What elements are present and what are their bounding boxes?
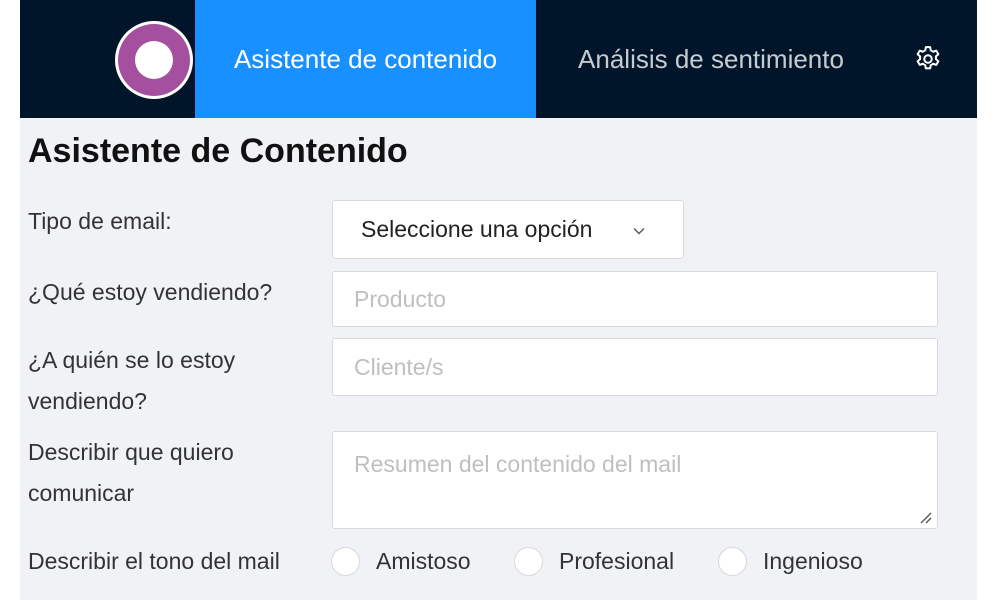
tab-asistente-de-contenido[interactable]: Asistente de contenido: [195, 0, 536, 118]
product-input[interactable]: [332, 271, 938, 327]
app-frame: Asistente de contenido Análisis de senti…: [20, 0, 977, 600]
radio-ingenioso[interactable]: [718, 547, 747, 576]
radio-label-profesional[interactable]: Profesional: [559, 541, 674, 582]
tab-label: Análisis de sentimiento: [578, 43, 844, 74]
email-type-label: Tipo de email:: [28, 208, 172, 234]
customer-label-line2: vendiendo?: [28, 388, 147, 414]
email-type-select[interactable]: Seleccione una opción: [332, 200, 684, 259]
summary-label-line2: comunicar: [28, 480, 135, 506]
summary-label-line1: Describir que quiero: [28, 439, 234, 465]
customer-label-line1: ¿A quién se lo estoy: [28, 347, 236, 373]
tab-analisis-de-sentimiento[interactable]: Análisis de sentimiento: [536, 0, 886, 118]
top-navbar: Asistente de contenido Análisis de senti…: [20, 0, 977, 118]
chevron-down-icon: [633, 228, 645, 235]
customer-input[interactable]: [332, 338, 938, 396]
product-label: ¿Qué estoy vendiendo?: [28, 279, 273, 305]
radio-amistoso[interactable]: [331, 547, 360, 576]
tab-label: Asistente de contenido: [233, 43, 498, 74]
radio-label-ingenioso[interactable]: Ingenioso: [763, 541, 863, 582]
resize-grip-icon[interactable]: [918, 510, 932, 524]
gear-icon[interactable]: [913, 44, 943, 74]
radio-profesional[interactable]: [514, 547, 543, 576]
email-type-selected-value: Seleccione una opción: [361, 216, 593, 242]
summary-textarea[interactable]: [332, 431, 938, 529]
logo-center: [135, 41, 173, 79]
tone-label: Describir el tono del mail: [28, 548, 280, 574]
page-title: Asistente de Contenido: [28, 132, 408, 170]
radio-label-amistoso[interactable]: Amistoso: [376, 541, 471, 582]
logo: [115, 21, 193, 99]
